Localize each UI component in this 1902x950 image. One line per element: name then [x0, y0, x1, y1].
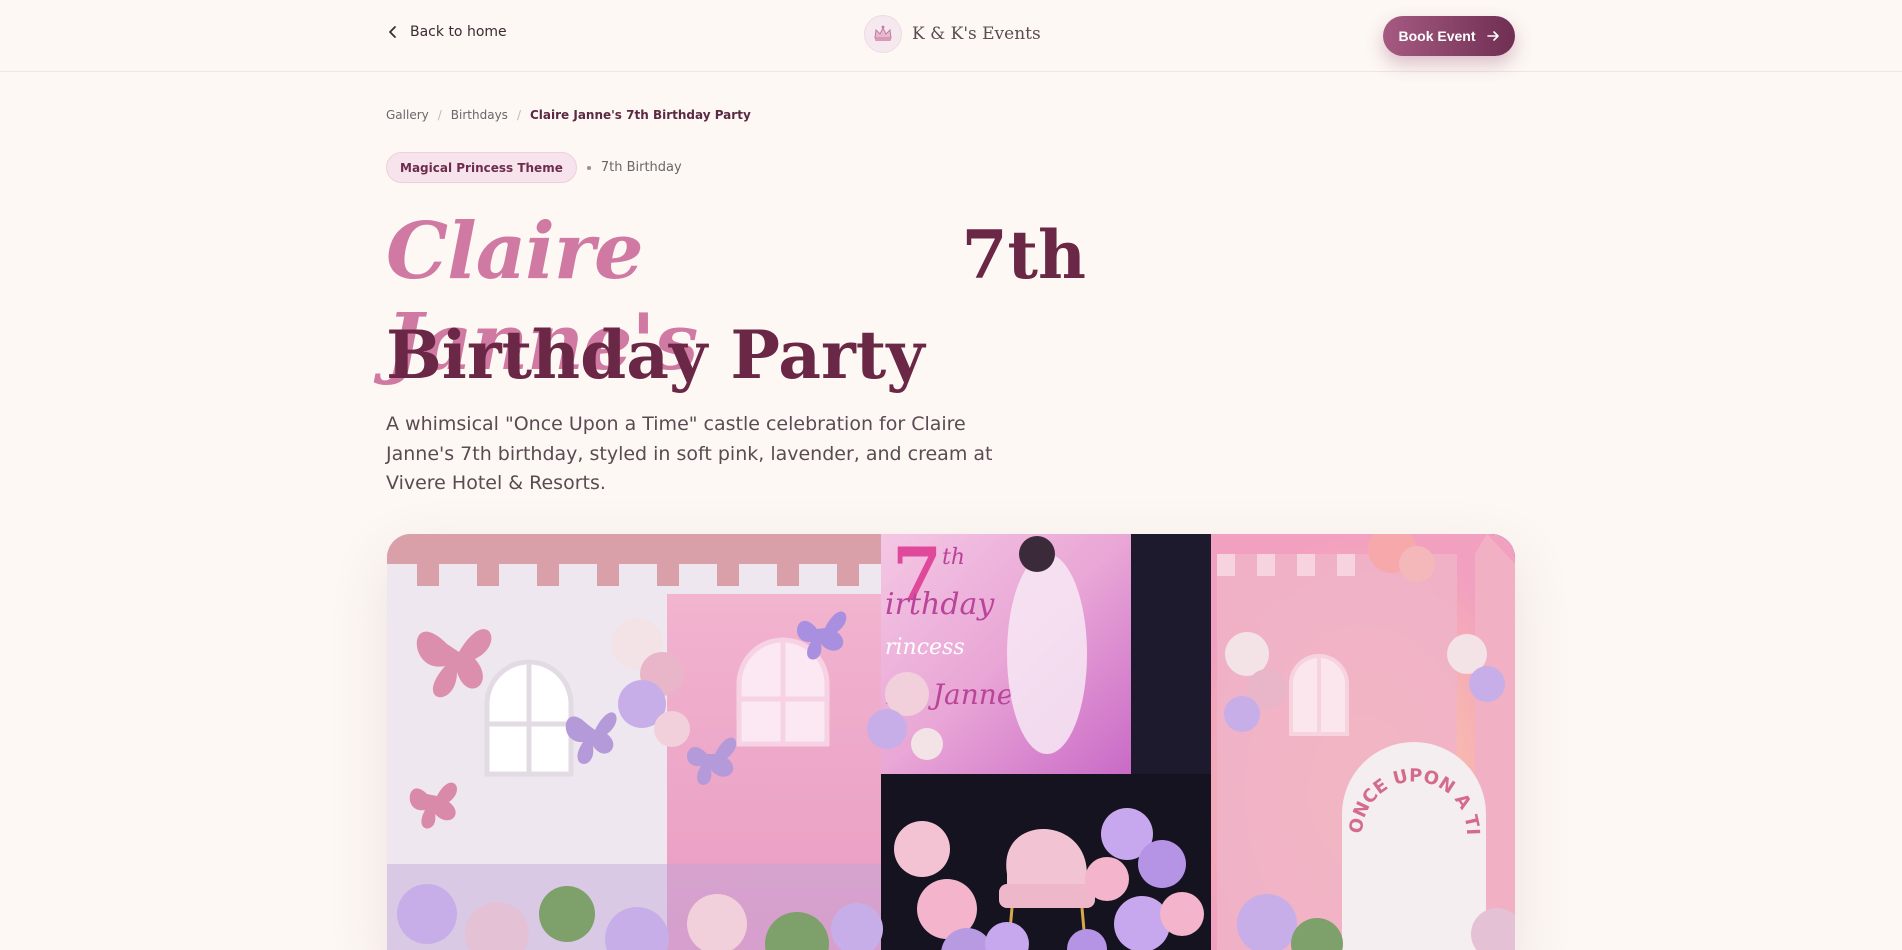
book-event-button[interactable]: Book Event: [1383, 16, 1515, 56]
brand[interactable]: K & K's Events: [864, 15, 1041, 53]
back-to-home-link[interactable]: Back to home: [386, 24, 507, 40]
title-line-2: Birthday Party: [386, 316, 925, 394]
page-title: Claire Janne's 7th Birthday Party: [386, 206, 1086, 394]
event-description: A whimsical "Once Upon a Time" castle ce…: [386, 413, 993, 494]
back-label: Back to home: [410, 24, 507, 40]
screen-line-2: rincess: [885, 635, 965, 660]
breadcrumb-current: Claire Janne's 7th Birthday Party: [529, 108, 751, 122]
screen-th: th: [942, 545, 965, 570]
brand-name: K & K's Events: [912, 24, 1041, 44]
breadcrumb-birthdays[interactable]: Birthdays: [451, 108, 508, 122]
breadcrumb: Gallery / Birthdays / Claire Janne's 7th…: [386, 108, 751, 122]
top-bar: Back to home K & K's Events Book Event: [0, 0, 1902, 72]
title-line-1: Claire Janne's 7th: [386, 206, 1086, 388]
chevron-left-icon: [389, 26, 396, 38]
hero-photo: 7 th irthday rincess ire Janne ONCE UPON…: [387, 534, 1515, 950]
theme-badge: Magical Princess Theme: [386, 152, 577, 183]
breadcrumb-separator: /: [516, 108, 521, 122]
occasion-label: 7th Birthday: [600, 160, 682, 175]
breadcrumb-gallery[interactable]: Gallery: [386, 108, 429, 122]
title-ordinal: 7th: [961, 216, 1086, 294]
crown-logo-icon: [864, 15, 902, 53]
dot-separator: [586, 165, 591, 170]
stage: [881, 774, 1211, 950]
hero-photo-illustration: 7 th irthday rincess ire Janne ONCE UPON…: [387, 534, 1515, 950]
book-event-label: Book Event: [1398, 28, 1476, 44]
breadcrumb-separator: /: [437, 108, 442, 122]
screen-line-1: irthday: [885, 587, 995, 622]
arrow-right-icon: [1486, 31, 1499, 41]
tag-row: Magical Princess Theme 7th Birthday: [386, 152, 682, 183]
